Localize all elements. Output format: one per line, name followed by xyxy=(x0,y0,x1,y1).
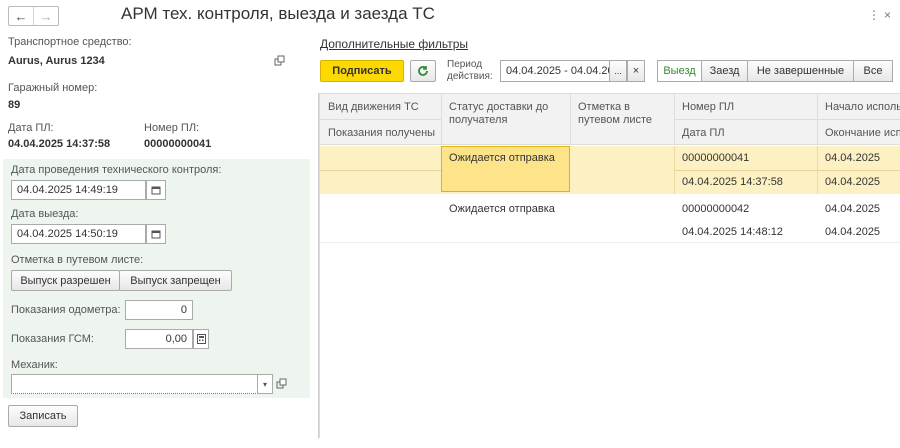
departure-date-field[interactable]: 04.04.2025 14:50:19 xyxy=(11,224,146,244)
filter-departure-button[interactable]: Выезд xyxy=(657,60,702,82)
header-divider xyxy=(320,119,441,120)
table-row[interactable]: Ожидается отправка 00000000042 04.04.202… xyxy=(320,195,900,243)
period-clear-icon[interactable]: × xyxy=(627,60,645,82)
column-divider xyxy=(570,94,571,145)
save-button[interactable]: Записать xyxy=(8,405,78,427)
release-denied-button[interactable]: Выпуск запрещен xyxy=(119,270,232,291)
header-mark-line: Отметка в xyxy=(578,101,631,113)
period-pick-button[interactable]: ... xyxy=(609,60,627,82)
column-divider xyxy=(817,94,818,145)
calculator-icon[interactable] xyxy=(193,329,209,349)
fuel-label: Показания ГСМ: xyxy=(11,333,94,345)
header-pl-date[interactable]: Дата ПЛ xyxy=(682,127,725,140)
filter-all-button[interactable]: Все xyxy=(853,60,893,82)
pl-date-label: Дата ПЛ: xyxy=(8,122,54,134)
row-end: 04.04.2025 xyxy=(825,176,881,188)
odometer-label: Показания одометра: xyxy=(11,304,121,316)
departure-label: Дата выезда: xyxy=(11,208,79,220)
period-label-line: Период xyxy=(447,59,483,70)
pl-number-label: Номер ПЛ: xyxy=(144,122,200,134)
row-divider xyxy=(674,170,900,171)
header-delivery-status[interactable]: Статус доставки до получателя xyxy=(449,101,548,127)
waybill-mark-label: Отметка в путевом листе: xyxy=(11,254,144,266)
period-label: Период действия: xyxy=(447,59,493,83)
column-divider xyxy=(441,94,442,145)
filter-unfinished-button[interactable]: Не завершенные xyxy=(747,60,854,82)
navigation-buttons: ← → xyxy=(8,6,59,26)
filter-arrival-button[interactable]: Заезд xyxy=(701,60,748,82)
mechanic-input[interactable] xyxy=(11,374,258,394)
open-link-icon[interactable] xyxy=(274,55,286,67)
pl-date-value: 04.04.2025 14:37:58 xyxy=(8,138,111,150)
chevron-down-icon[interactable]: ▾ xyxy=(257,374,273,394)
period-label-line: действия: xyxy=(447,71,493,82)
close-icon[interactable]: × xyxy=(884,8,891,22)
row-start: 04.04.2025 xyxy=(825,152,881,164)
row-divider xyxy=(320,170,441,171)
mechanic-label: Механик: xyxy=(11,359,58,371)
tech-control-label: Дата проведения технического контроля: xyxy=(11,164,222,176)
back-arrow-icon[interactable]: ← xyxy=(9,7,33,25)
header-waybill-mark[interactable]: Отметка в путевом листе xyxy=(578,101,652,127)
header-pl-number[interactable]: Номер ПЛ xyxy=(682,101,734,114)
row-status: Ожидается отправка xyxy=(449,152,555,164)
table-row[interactable]: Ожидается отправка 00000000041 04.04.202… xyxy=(320,146,900,194)
row-start: 04.04.2025 xyxy=(825,203,881,215)
header-delivery-line: Статус доставки до xyxy=(449,101,549,113)
row-pl-date: 04.04.2025 14:37:58 xyxy=(682,176,783,188)
header-movement[interactable]: Вид движения ТС xyxy=(328,101,419,114)
forward-arrow-icon[interactable]: → xyxy=(33,7,58,25)
column-divider xyxy=(674,94,675,145)
more-options-icon[interactable]: ⋮ xyxy=(868,8,880,22)
header-end[interactable]: Окончание исп xyxy=(825,127,900,140)
row-pl-number: 00000000041 xyxy=(682,152,750,164)
odometer-input[interactable]: 0 xyxy=(125,300,193,320)
page-title: АРМ тех. контроля, выезда и заезда ТС xyxy=(121,4,435,23)
row-end: 04.04.2025 xyxy=(825,226,881,238)
header-divider xyxy=(674,119,900,120)
open-link-icon[interactable] xyxy=(276,378,288,390)
sign-button[interactable]: Подписать xyxy=(320,60,404,82)
vehicle-label: Транспортное средство: xyxy=(8,36,132,48)
calendar-icon[interactable] xyxy=(146,224,166,244)
period-input[interactable]: 04.04.2025 - 04.04.20 xyxy=(500,60,610,82)
header-delivery-line: получателя xyxy=(449,114,508,126)
garage-value: 89 xyxy=(8,99,21,111)
garage-label: Гаражный номер: xyxy=(8,82,98,94)
row-status: Ожидается отправка xyxy=(449,203,555,215)
column-divider xyxy=(817,146,818,194)
row-pl-date: 04.04.2025 14:48:12 xyxy=(682,226,783,238)
vehicle-value: Aurus, Aurus 1234 xyxy=(8,55,105,67)
records-table: Вид движения ТС Показания получены Стату… xyxy=(319,93,900,438)
header-start[interactable]: Начало исполь xyxy=(825,101,900,114)
refresh-icon[interactable] xyxy=(410,60,436,82)
fuel-input[interactable]: 0,00 xyxy=(125,329,193,349)
header-readings[interactable]: Показания получены xyxy=(328,127,435,140)
header-mark-line: путевом листе xyxy=(578,114,653,126)
additional-filters-link[interactable]: Дополнительные фильтры xyxy=(320,37,468,51)
tech-control-date-field[interactable]: 04.04.2025 14:49:19 xyxy=(11,180,146,200)
column-divider xyxy=(674,146,675,194)
release-allowed-button[interactable]: Выпуск разрешен xyxy=(11,270,120,291)
pl-number-value: 00000000041 xyxy=(144,138,212,150)
row-pl-number: 00000000042 xyxy=(682,203,750,215)
calendar-icon[interactable] xyxy=(146,180,166,200)
table-header: Вид движения ТС Показания получены Стату… xyxy=(320,94,900,145)
